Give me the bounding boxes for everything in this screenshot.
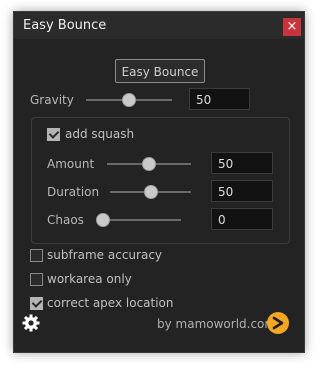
- window-title: Easy Bounce: [23, 18, 107, 33]
- chaos-slider[interactable]: [96, 212, 181, 228]
- workarea-only-checkbox[interactable]: [30, 273, 43, 286]
- slider-handle[interactable]: [96, 213, 110, 227]
- gravity-input[interactable]: 50: [189, 88, 250, 110]
- close-button[interactable]: ×: [283, 18, 301, 36]
- gear-icon[interactable]: [22, 314, 40, 332]
- mamoworld-logo-icon[interactable]: [267, 312, 289, 334]
- slider-handle[interactable]: [122, 93, 136, 107]
- correct-apex-location-label[interactable]: correct apex location: [47, 296, 174, 310]
- easy-bounce-window: Easy Bounce × Easy Bounce Gravity 50 add…: [13, 11, 305, 353]
- gravity-slider[interactable]: [86, 92, 172, 108]
- duration-slider[interactable]: [110, 184, 191, 200]
- subframe-accuracy-checkbox[interactable]: [30, 249, 43, 262]
- amount-slider[interactable]: [107, 156, 191, 172]
- chaos-input[interactable]: 0: [211, 208, 273, 230]
- easy-bounce-button[interactable]: Easy Bounce: [115, 59, 205, 83]
- gravity-label: Gravity: [30, 93, 74, 107]
- chaos-label: Chaos: [47, 213, 84, 227]
- amount-input[interactable]: 50: [211, 152, 273, 174]
- amount-label: Amount: [47, 157, 95, 171]
- add-squash-checkbox[interactable]: [47, 128, 60, 141]
- subframe-accuracy-label[interactable]: subframe accuracy: [47, 248, 162, 262]
- slider-handle[interactable]: [144, 185, 158, 199]
- credit-text: by mamoworld.com: [157, 317, 277, 331]
- duration-label: Duration: [47, 185, 100, 199]
- duration-input[interactable]: 50: [211, 180, 273, 202]
- title-bar: Easy Bounce ×: [14, 12, 304, 39]
- slider-handle[interactable]: [142, 157, 156, 171]
- add-squash-label[interactable]: add squash: [65, 127, 134, 141]
- workarea-only-label[interactable]: workarea only: [47, 272, 132, 286]
- correct-apex-location-checkbox[interactable]: [30, 297, 43, 310]
